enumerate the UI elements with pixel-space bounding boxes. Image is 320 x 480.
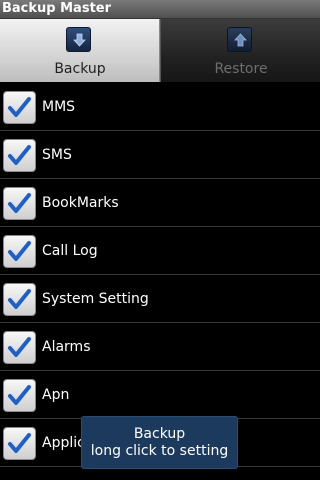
- list-item-sms[interactable]: SMS: [0, 131, 320, 179]
- checkbox-applications[interactable]: [3, 427, 36, 460]
- checkbox-system-setting[interactable]: [3, 283, 36, 316]
- list-item-label: SMS: [42, 147, 72, 163]
- list-item-label: System Setting: [42, 291, 149, 307]
- toast-message: Backup long click to setting: [81, 416, 238, 469]
- list-item-system-setting[interactable]: System Setting: [0, 275, 320, 323]
- list-item-label: Applic: [42, 435, 85, 451]
- tab-backup-label: Backup: [54, 61, 106, 77]
- list-item-alarms[interactable]: Alarms: [0, 323, 320, 371]
- backup-item-list: MMS SMS BookMarks Call Log System Settin…: [0, 83, 320, 467]
- checkbox-mms[interactable]: [3, 91, 36, 124]
- app-title: Backup Master: [2, 1, 112, 16]
- tab-restore-label: Restore: [214, 61, 268, 77]
- list-item-label: MMS: [42, 99, 76, 115]
- list-item-call-log[interactable]: Call Log: [0, 227, 320, 275]
- upload-arrow-icon: [227, 27, 252, 52]
- tab-backup[interactable]: Backup: [0, 19, 160, 82]
- checkbox-call-log[interactable]: [3, 235, 36, 268]
- list-item-label: BookMarks: [42, 195, 119, 211]
- checkbox-alarms[interactable]: [3, 331, 36, 364]
- list-item-label: Apn: [42, 387, 70, 403]
- checkbox-bookmarks[interactable]: [3, 187, 36, 220]
- toast-line-2: long click to setting: [90, 443, 229, 459]
- tab-restore[interactable]: Restore: [160, 19, 320, 82]
- list-item-label: Call Log: [42, 243, 98, 259]
- list-item-label: Alarms: [42, 339, 91, 355]
- checkbox-sms[interactable]: [3, 139, 36, 172]
- list-item-bookmarks[interactable]: BookMarks: [0, 179, 320, 227]
- list-item-apn[interactable]: Apn: [0, 371, 320, 419]
- checkbox-apn[interactable]: [3, 379, 36, 412]
- tab-bar: Backup Restore: [0, 19, 320, 82]
- toast-line-1: Backup: [133, 426, 186, 442]
- list-item-mms[interactable]: MMS: [0, 83, 320, 131]
- title-bar: Backup Master: [0, 0, 320, 19]
- download-arrow-icon: [66, 27, 91, 52]
